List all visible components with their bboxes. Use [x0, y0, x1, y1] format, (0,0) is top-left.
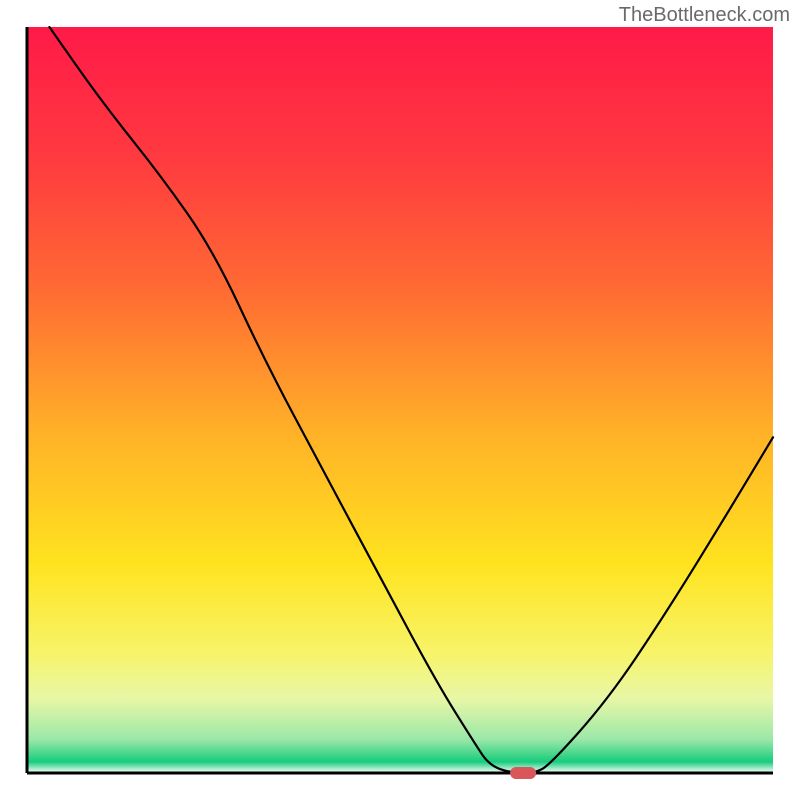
- chart-svg: [0, 0, 800, 800]
- bottleneck-chart: TheBottleneck.com: [0, 0, 800, 800]
- optimum-marker: [510, 767, 536, 779]
- watermark-text: TheBottleneck.com: [619, 4, 790, 27]
- plot-background: [27, 27, 773, 773]
